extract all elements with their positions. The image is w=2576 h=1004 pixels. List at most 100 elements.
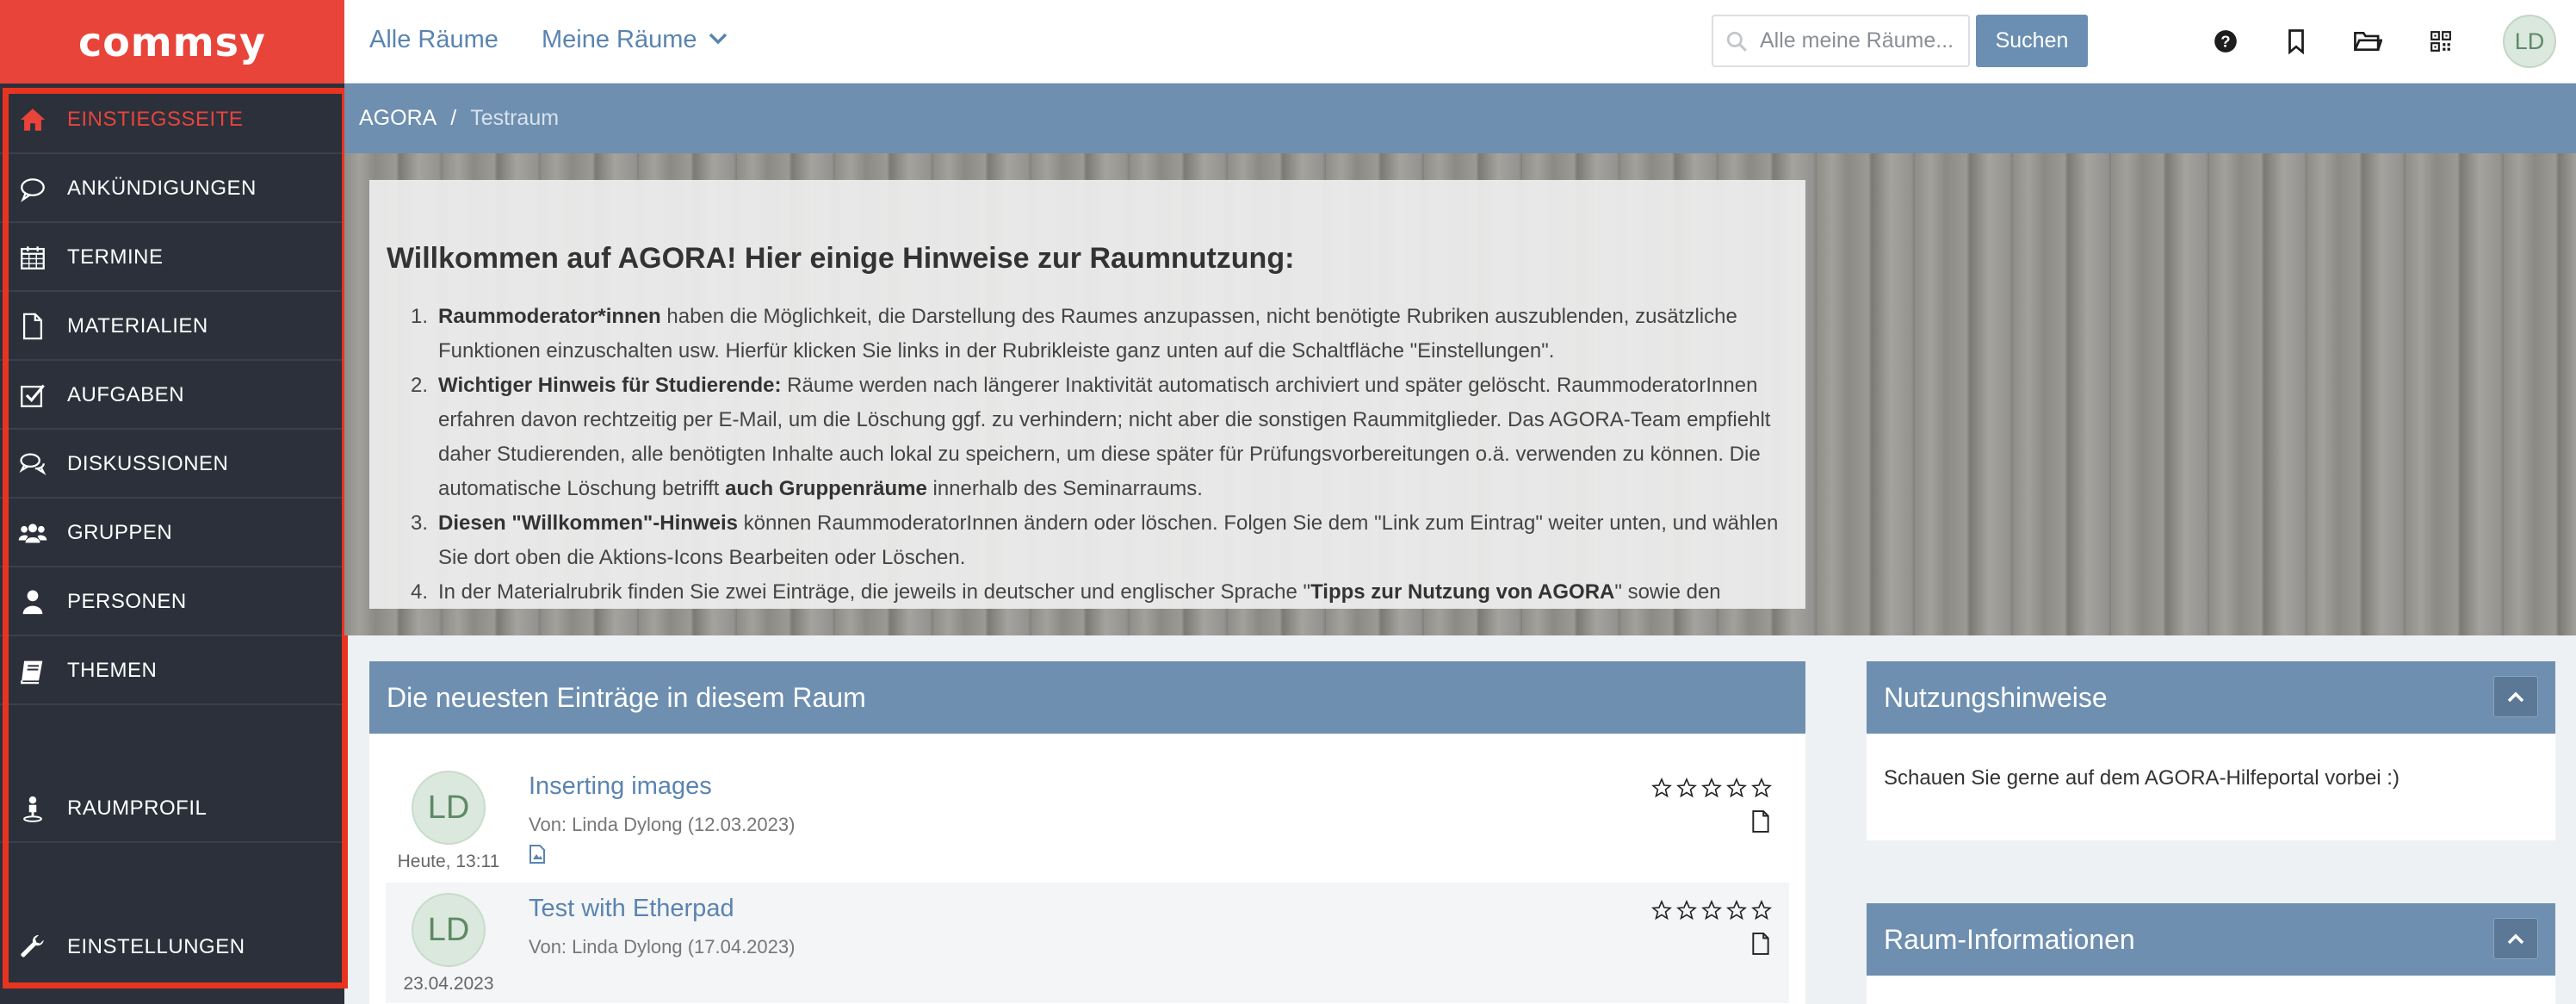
collapse-button[interactable] <box>2493 676 2538 717</box>
home-icon <box>15 102 50 137</box>
chevron-down-icon <box>709 33 727 45</box>
checkbox-icon <box>15 378 50 412</box>
profile-icon <box>15 791 50 826</box>
sidebar-item-label: EINSTELLUNGEN <box>67 935 245 958</box>
sidebar-item-label: EINSTIEGSSEITE <box>67 108 244 131</box>
breadcrumb-current: Testraum <box>470 106 560 130</box>
wrench-icon <box>15 930 50 964</box>
document-icon <box>1751 933 1770 959</box>
sidebar-item-personen[interactable]: PERSONEN <box>0 569 344 636</box>
welcome-list: 1. Raummoderator*innen haben die Möglichk… <box>387 300 1788 609</box>
usage-panel-header: Nutzungshinweise <box>1867 661 2555 734</box>
star-icon[interactable] <box>1676 900 1697 920</box>
all-rooms-link[interactable]: Alle Räume <box>369 26 498 54</box>
star-icon[interactable] <box>1651 778 1672 798</box>
sidebar: commsy EINSTIEGSSEITE ANKÜNDIGUNGEN TERM… <box>0 0 348 1004</box>
chevron-up-icon <box>2507 691 2524 703</box>
sidebar-item-label: GRUPPEN <box>67 521 173 544</box>
bookmark-icon[interactable] <box>2280 25 2313 58</box>
entry-title-link[interactable]: Inserting images <box>529 772 712 801</box>
breadcrumb-separator: / <box>450 106 457 130</box>
sidebar-item-label: TERMINE <box>67 245 164 269</box>
sidebar-item-termine[interactable]: TERMINE <box>0 225 344 292</box>
discussion-icon <box>15 447 50 481</box>
sidebar-item-einstellungen[interactable]: EINSTELLUNGEN <box>0 914 344 981</box>
sidebar-item-aufgaben[interactable]: AUFGABEN <box>0 363 344 430</box>
entry-date: 23.04.2023 <box>403 974 494 994</box>
star-icon[interactable] <box>1701 900 1722 920</box>
avatar: LD <box>412 771 486 845</box>
sidebar-item-label: MATERIALIEN <box>67 314 208 338</box>
chevron-up-icon <box>2507 933 2524 945</box>
welcome-box: Willkommen auf AGORA! Hier einige Hinwei… <box>369 180 1805 609</box>
entry-meta: Von: Linda Dylong (12.03.2023) <box>529 814 796 835</box>
list-item[interactable]: LD 23.04.2023 Test with Etherpad Von: Li… <box>386 883 1789 1003</box>
breadcrumb-root-link[interactable]: AGORA <box>359 106 437 131</box>
welcome-list-item: 1. Raummoderator*innen haben die Möglichk… <box>411 305 1737 363</box>
sidebar-item-label: AUFGABEN <box>67 383 185 406</box>
usage-panel-title: Nutzungshinweise <box>1884 681 2108 713</box>
sidebar-item-ankuendigungen[interactable]: ANKÜNDIGUNGEN <box>0 156 344 223</box>
star-icon[interactable] <box>1751 778 1772 798</box>
sidebar-item-raumprofil[interactable]: RAUMPROFIL <box>0 776 344 843</box>
star-icon[interactable] <box>1726 900 1747 920</box>
svg-text:?: ? <box>2220 32 2230 50</box>
document-icon <box>15 309 50 344</box>
document-icon <box>1751 810 1770 837</box>
help-icon[interactable]: ? <box>2209 25 2242 58</box>
usage-panel-body: Schauen Sie gerne auf dem AGORA-Hilfepor… <box>1867 734 2555 840</box>
room-info-panel-header: Raum-Informationen <box>1867 903 2555 976</box>
qr-code-icon[interactable] <box>2424 25 2457 58</box>
sidebar-item-label: RAUMPROFIL <box>67 796 207 820</box>
rating-stars[interactable] <box>1651 900 1772 920</box>
person-icon <box>15 585 50 619</box>
sidebar-item-label: THEMEN <box>67 659 158 682</box>
avatar: LD <box>412 893 486 967</box>
welcome-title: Willkommen auf AGORA! Hier einige Hinwei… <box>387 242 1295 275</box>
sidebar-item-diskussionen[interactable]: DISKUSSIONEN <box>0 431 344 499</box>
sidebar-item-materialien[interactable]: MATERIALIEN <box>0 294 344 361</box>
speech-bubble-icon <box>15 171 50 206</box>
entry-title-link[interactable]: Test with Etherpad <box>529 895 734 923</box>
commsy-logo[interactable]: commsy <box>0 0 344 84</box>
image-attachment-icon[interactable] <box>529 845 546 868</box>
entry-date: Heute, 13:11 <box>397 852 500 871</box>
sidebar-item-label: PERSONEN <box>67 590 187 613</box>
entry-meta: Von: Linda Dylong (17.04.2023) <box>529 936 796 958</box>
room-info-panel-title: Raum-Informationen <box>1884 923 2135 955</box>
search-button[interactable]: Suchen <box>1976 15 2088 67</box>
latest-entries-title: Die neuesten Einträge in diesem Raum <box>387 681 866 713</box>
sidebar-item-gruppen[interactable]: GRUPPEN <box>0 500 344 567</box>
list-item[interactable]: LD Heute, 13:11 Inserting images Von: Li… <box>386 760 1789 881</box>
star-icon[interactable] <box>1751 900 1772 920</box>
star-icon[interactable] <box>1726 778 1747 798</box>
book-icon <box>15 654 50 688</box>
user-avatar[interactable]: LD <box>2503 15 2556 68</box>
star-icon[interactable] <box>1701 778 1722 798</box>
search-input[interactable] <box>1760 28 1958 53</box>
folder-icon[interactable] <box>2351 25 2384 58</box>
top-navigation-bar: Alle Räume Meine Räume Suchen ? LD <box>344 0 2576 84</box>
collapse-button[interactable] <box>2493 918 2538 959</box>
sidebar-item-label: ANKÜNDIGUNGEN <box>67 177 257 200</box>
star-icon[interactable] <box>1676 778 1697 798</box>
usage-panel-text: Schauen Sie gerne auf dem AGORA-Hilfepor… <box>1884 766 2400 790</box>
welcome-list-item: 3. Diesen "Willkommen"-Hinweis können Rau… <box>411 511 1779 569</box>
star-icon[interactable] <box>1651 900 1672 920</box>
rating-stars[interactable] <box>1651 778 1772 798</box>
latest-entries-header: Die neuesten Einträge in diesem Raum <box>369 661 1805 734</box>
logo-text: commsy <box>77 18 267 65</box>
search-icon <box>1726 31 1747 52</box>
group-icon <box>15 516 50 550</box>
search-box[interactable] <box>1712 15 1970 67</box>
room-info-panel-body <box>1867 976 2555 1004</box>
my-rooms-label: Meine Räume <box>542 26 697 53</box>
sidebar-item-themen[interactable]: THEMEN <box>0 638 344 705</box>
welcome-list-item: 2. Wichtiger Hinweis für Studierende: Räu… <box>411 374 1771 500</box>
sidebar-item-einstiegsseite[interactable]: EINSTIEGSSEITE <box>0 87 344 154</box>
welcome-list-item: 4. In der Materialrubrik finden Sie zwei … <box>411 580 1721 604</box>
my-rooms-dropdown[interactable]: Meine Räume <box>542 26 728 54</box>
sidebar-item-label: DISKUSSIONEN <box>67 452 229 475</box>
calendar-icon <box>15 240 50 275</box>
breadcrumb: AGORA / Testraum <box>344 84 2576 153</box>
